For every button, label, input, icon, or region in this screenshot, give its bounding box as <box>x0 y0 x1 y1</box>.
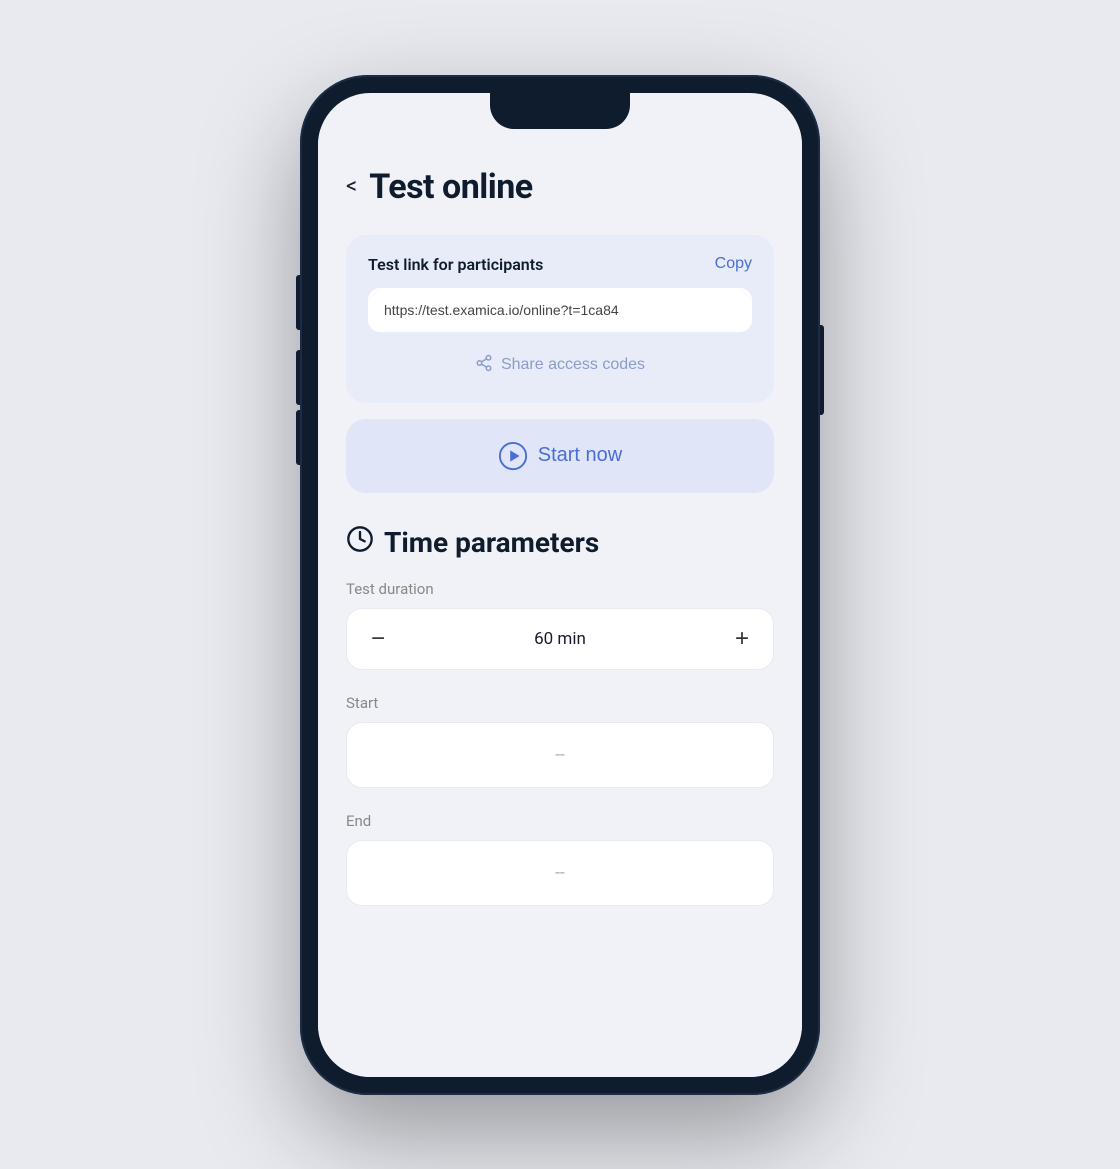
share-codes-label: Share access codes <box>501 356 645 374</box>
end-value: -- <box>555 863 564 883</box>
duration-label: Test duration <box>346 580 774 598</box>
play-icon <box>498 441 528 471</box>
screen-content: < Test online Test link for participants… <box>318 129 802 1077</box>
page-header: < Test online <box>346 157 774 207</box>
share-codes-button[interactable]: Share access codes <box>368 348 752 383</box>
start-label: Start <box>346 694 774 712</box>
duration-decrease-button[interactable]: − <box>371 627 385 651</box>
clock-icon <box>346 525 374 560</box>
back-button[interactable]: < <box>346 174 357 199</box>
start-now-button[interactable]: Start now <box>346 419 774 493</box>
phone-frame: < Test online Test link for participants… <box>300 75 820 1095</box>
duration-value: 60 min <box>534 629 586 649</box>
phone-device: < Test online Test link for participants… <box>300 75 820 1095</box>
link-card-header: Test link for participants Copy <box>368 255 752 274</box>
duration-increase-button[interactable]: + <box>735 627 749 651</box>
share-icon <box>475 354 493 377</box>
page-title: Test online <box>369 167 532 207</box>
time-parameters-header: Time parameters <box>346 525 774 560</box>
phone-notch <box>490 93 630 129</box>
start-value: -- <box>555 745 564 765</box>
link-input[interactable] <box>368 288 752 332</box>
link-card-label: Test link for participants <box>368 255 543 274</box>
link-card: Test link for participants Copy <box>346 235 774 403</box>
duration-stepper: − 60 min + <box>346 608 774 670</box>
section-title: Time parameters <box>384 526 599 559</box>
copy-button[interactable]: Copy <box>715 255 752 273</box>
start-field[interactable]: -- <box>346 722 774 788</box>
phone-screen: < Test online Test link for participants… <box>318 93 802 1077</box>
start-now-label: Start now <box>538 444 622 467</box>
end-label: End <box>346 812 774 830</box>
end-field[interactable]: -- <box>346 840 774 906</box>
